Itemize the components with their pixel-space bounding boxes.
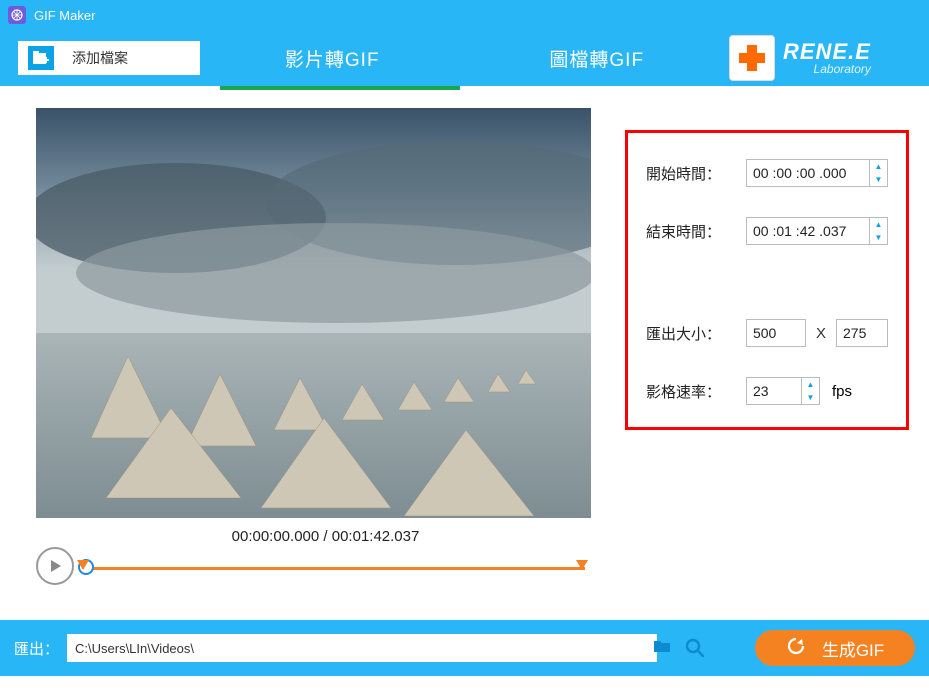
bottom-bar: 匯出： 生成GIF	[0, 620, 929, 676]
tab-image-to-gif[interactable]: 圖檔轉GIF	[465, 45, 730, 72]
generate-button[interactable]: 生成GIF	[755, 630, 915, 666]
app-title: GIF Maker	[34, 8, 95, 23]
preview-pane: 00:00:00.000 / 00:01:42.037	[0, 90, 615, 620]
fps-unit: fps	[832, 383, 852, 400]
add-file-icon	[28, 46, 54, 70]
brand-name: RENE.E	[783, 40, 871, 63]
size-separator: X	[806, 325, 836, 342]
tab-video-to-gif[interactable]: 影片轉GIF	[200, 45, 465, 72]
slider-end-marker[interactable]	[576, 560, 588, 570]
fps-input[interactable]	[746, 377, 802, 405]
app-icon	[8, 6, 26, 24]
size-label: 匯出大小：	[646, 323, 746, 344]
brand-sub: Laboratory	[783, 63, 871, 76]
tab-add-file-label: 添加檔案	[72, 48, 128, 68]
end-time-input[interactable]	[746, 217, 870, 245]
start-time-label: 開始時間：	[646, 163, 746, 184]
current-time: 00:00:00.000	[232, 528, 320, 545]
tab-video-label: 影片轉GIF	[285, 50, 380, 71]
refresh-icon	[786, 636, 806, 661]
title-bar: GIF Maker	[0, 0, 929, 30]
total-time: 00:01:42.037	[332, 528, 420, 545]
width-input[interactable]	[746, 319, 806, 347]
tab-image-label: 圖檔轉GIF	[549, 50, 644, 71]
end-time-spinner[interactable]: ▲▼	[870, 217, 888, 245]
brand-logo: RENE.E Laboratory	[729, 35, 929, 81]
settings-pane: 開始時間： ▲▼ 結束時間： ▲▼ 匯出大小： X	[615, 90, 929, 620]
folder-icon[interactable]	[653, 638, 671, 659]
start-time-spinner[interactable]: ▲▼	[870, 159, 888, 187]
play-button[interactable]	[36, 547, 74, 585]
slider-start-marker[interactable]	[77, 560, 89, 570]
main-area: 00:00:00.000 / 00:01:42.037 開始時間： ▲▼	[0, 90, 929, 620]
tab-add-file[interactable]: 添加檔案	[18, 41, 200, 75]
video-preview[interactable]	[36, 108, 591, 518]
generate-label: 生成GIF	[822, 636, 884, 661]
output-label: 匯出：	[14, 638, 59, 659]
start-time-input[interactable]	[746, 159, 870, 187]
fps-label: 影格速率：	[646, 381, 746, 402]
height-input[interactable]	[836, 319, 888, 347]
fps-spinner[interactable]: ▲▼	[802, 377, 820, 405]
tab-bar: 添加檔案 影片轉GIF 圖檔轉GIF RENE.E Laboratory	[0, 30, 929, 86]
output-path-input[interactable]	[67, 634, 657, 662]
logo-cross-icon	[729, 35, 775, 81]
end-time-label: 結束時間：	[646, 221, 746, 242]
trim-slider[interactable]	[80, 552, 585, 580]
settings-highlight-box: 開始時間： ▲▼ 結束時間： ▲▼ 匯出大小： X	[625, 130, 909, 430]
search-icon[interactable]	[681, 634, 709, 662]
time-display: 00:00:00.000 / 00:01:42.037	[36, 528, 615, 545]
